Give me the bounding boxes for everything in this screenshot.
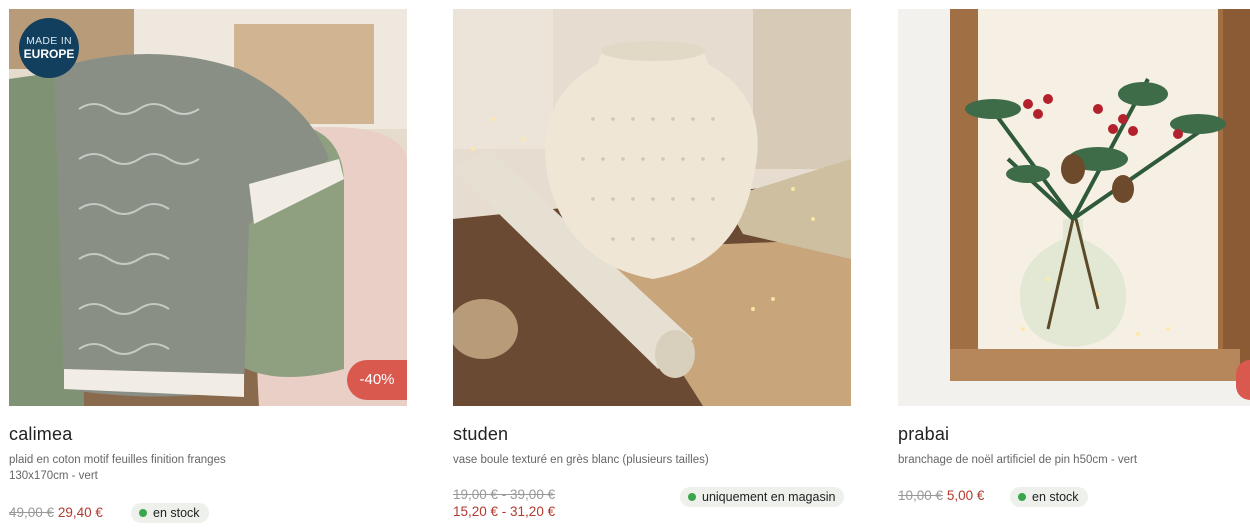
price: 10,00 € 5,00 € <box>898 488 984 503</box>
product-card-calimea[interactable]: MADE IN EUROPE -40% calimea plaid en cot… <box>9 0 407 523</box>
product-description: plaid en coton motif feuilles finition f… <box>9 454 226 482</box>
in-stock-dot-icon <box>139 509 147 517</box>
sale-price: 15,20 € - 31,20 € <box>453 504 556 519</box>
in-stock-dot-icon <box>688 493 696 501</box>
stock-status: en stock <box>1010 487 1088 507</box>
price: 49,00 € 29,40 € <box>9 505 103 520</box>
sale-price: 29,40 € <box>57 505 103 520</box>
sale-price: 5,00 € <box>946 488 985 503</box>
old-price: 10,00 € <box>898 488 944 503</box>
product-image-calimea[interactable]: MADE IN EUROPE -40% <box>9 9 407 406</box>
product-image-prabai[interactable] <box>898 9 1250 406</box>
product-image-studen[interactable] <box>453 9 851 406</box>
product-card-studen[interactable]: studen vase boule texturé en grès blanc … <box>453 0 851 519</box>
old-price: 19,00 € - 39,00 € <box>453 487 556 502</box>
made-in-europe-badge: MADE IN EUROPE <box>19 18 79 78</box>
product-description: vase boule texturé en grès blanc (plusie… <box>453 454 709 466</box>
price: 19,00 € - 39,00 € 15,20 € - 31,20 € <box>453 486 555 520</box>
product-name[interactable]: calimea <box>9 424 72 445</box>
in-stock-dot-icon <box>1018 493 1026 501</box>
stock-status: uniquement en magasin <box>680 487 845 507</box>
product-card-prabai[interactable]: prabai branchage de noël artificiel de p… <box>898 0 1250 507</box>
product-name[interactable]: prabai <box>898 424 949 445</box>
product-name[interactable]: studen <box>453 424 508 445</box>
old-price: 49,00 € <box>9 505 55 520</box>
stock-status: en stock <box>131 503 209 523</box>
discount-badge: -40% <box>347 360 407 400</box>
discount-badge-partial <box>1236 360 1250 400</box>
product-description: branchage de noël artificiel de pin h50c… <box>898 454 1138 466</box>
